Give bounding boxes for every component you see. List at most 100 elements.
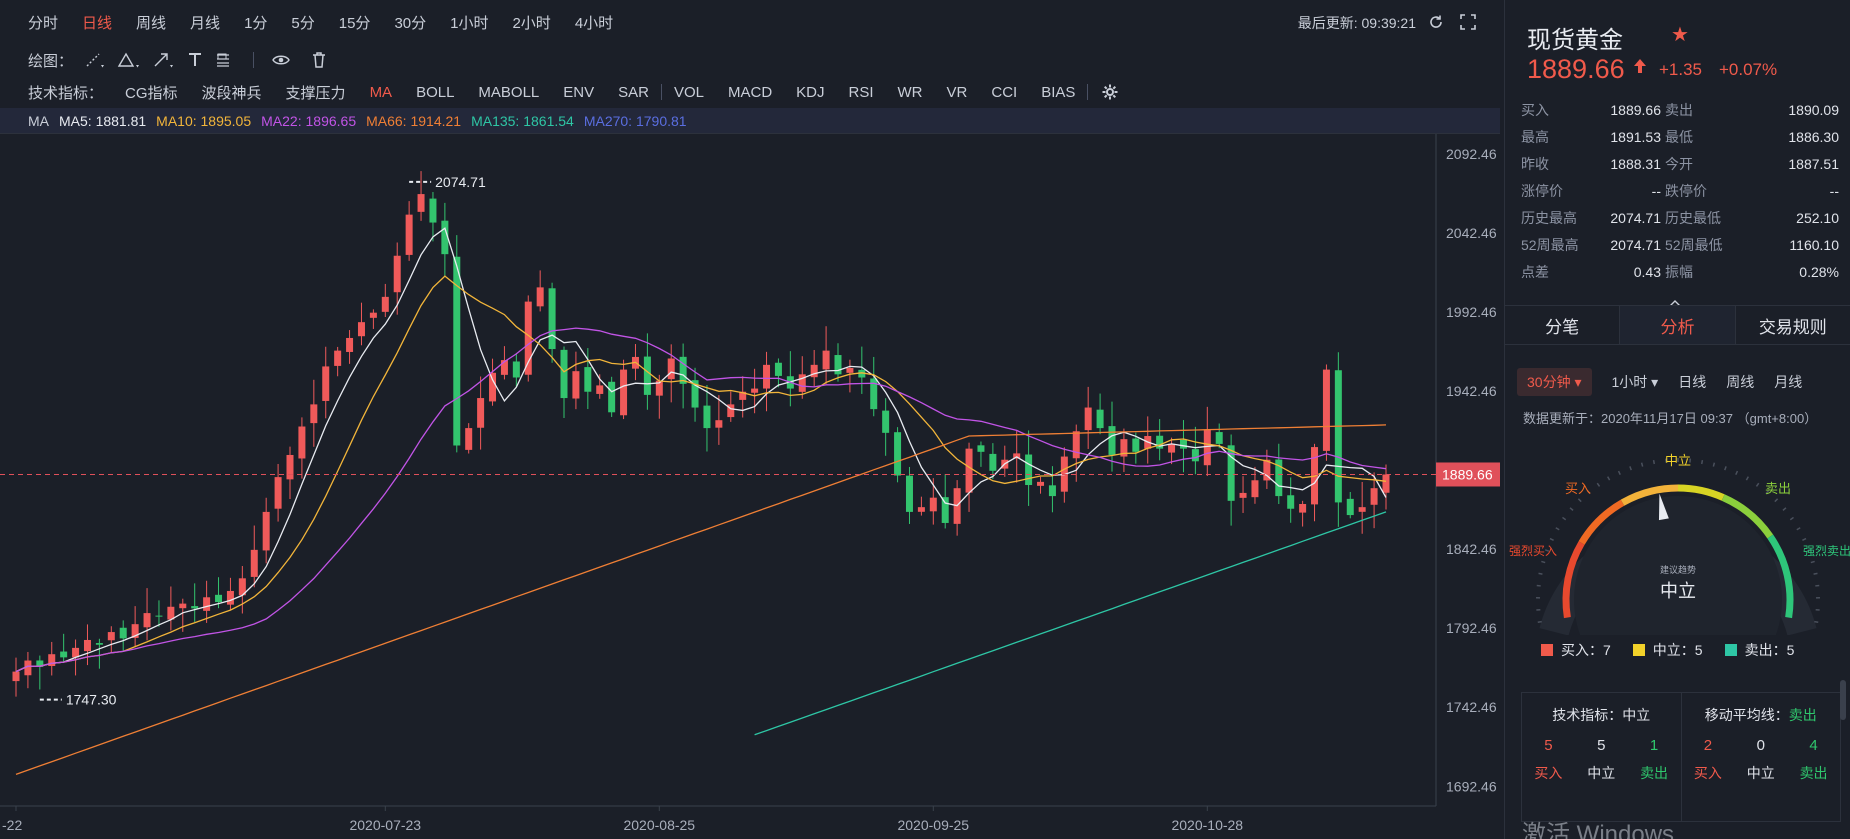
indicator-env[interactable]: ENV [563,84,594,101]
panel-tab-0[interactable]: 分笔 [1505,306,1621,344]
period-tab-2[interactable]: 周线 [136,12,166,33]
quote-value: -- [1829,182,1839,199]
candle-body [393,255,401,293]
analysis-period-1[interactable]: 1小时 ▾ [1612,372,1659,392]
period-tab-4[interactable]: 1分 [244,12,267,33]
line-tool-icon[interactable] [85,52,105,68]
quote-label: 最高 [1521,128,1549,145]
indicator-波段神兵[interactable]: 波段神兵 [202,82,262,103]
candle-body [941,497,949,523]
analysis-period-4[interactable]: 月线 [1774,372,1802,392]
candle-body [95,643,103,645]
panel-tab-2[interactable]: 交易规则 [1736,306,1850,344]
last-update: 最后更新: 09:39:21 [1297,15,1416,31]
candle-body [274,477,282,509]
candle-body [1370,488,1378,505]
fullscreen-icon[interactable] [1460,14,1476,30]
chart-svg[interactable]: 2092.46 2042.46 1992.46 1942.46 1842.46 1792.… [0,134,1500,839]
indicator-rsi[interactable]: RSI [849,84,874,101]
analysis-period-3[interactable]: 周线 [1726,372,1754,392]
fib-tool-icon[interactable] [215,52,235,68]
text-tool-icon[interactable] [187,52,203,68]
eye-icon[interactable] [272,53,290,67]
indicator-bias[interactable]: BIAS [1041,84,1075,101]
analysis-period-0[interactable]: 30分钟 ▾ [1517,368,1592,396]
period-tab-5[interactable]: 5分 [291,12,314,33]
summary-table: 技术指标：中立 551 买入 中立 卖出 移动平均线：卖出 204 买入 中立 卖出 [1521,692,1841,822]
indicator-toolbar: 技术指标： CG指标 波段神兵 支撑压力 MA BOLL MABOLL ENV SAR VOL M… [0,76,1500,108]
period-tab-9[interactable]: 2小时 [512,12,550,33]
period-tab-1[interactable]: 日线 [82,12,112,33]
candle-body [905,475,913,512]
refresh-icon[interactable] [1428,14,1444,30]
period-tab-6[interactable]: 15分 [339,12,371,33]
quote-row: 点差 0.43 振幅 0.28% [1521,258,1841,285]
gauge-tick [1652,459,1656,465]
indicator-cg指标[interactable]: CG指标 [125,82,178,103]
trash-icon[interactable] [312,52,326,68]
indicator-vr[interactable]: VR [947,84,968,101]
candle-body [215,594,223,603]
quote-value: 1891.53 [1610,128,1661,145]
candle-body [703,405,711,429]
candle-body [524,301,532,375]
legend-item-1: 中立：5 [1632,640,1703,660]
quote-value: 252.10 [1796,209,1839,226]
indicator-boll[interactable]: BOLL [416,84,454,101]
sentiment-gauge: 中立买入 卖出强烈买入 强烈卖出建议趋势中立 [1509,453,1850,635]
candle-body [381,296,389,312]
period-tab-0[interactable]: 分时 [28,12,58,33]
quote-panel: 现货黄金 ★ 1889.66 +1.35 +0.07% 买入 1889.66 卖出 1… [1504,0,1850,839]
panel-scrollbar[interactable] [1840,680,1846,720]
tech-result: 中立 [1622,707,1651,723]
indicator-cci[interactable]: CCI [991,84,1017,101]
gauge-tick [1569,507,1574,511]
current-price: 1889.66 [1527,54,1625,84]
settings-gear-icon[interactable] [1102,84,1118,100]
candle-body [751,388,759,393]
indicator-支撑压力[interactable]: 支撑压力 [286,82,346,103]
candlestick-chart[interactable]: 2092.46 2042.46 1992.46 1942.46 1842.46 1792.… [0,134,1500,839]
indicator-wr[interactable]: WR [898,84,923,101]
candle-body [989,453,997,471]
legend-text: 买入：7 [1561,642,1611,658]
triangle-tool-icon[interactable] [117,52,141,68]
candle-body [1251,480,1259,498]
indicator-ma[interactable]: MA [370,84,393,101]
analysis-periods: 30分钟 ▾ 1小时 ▾ 日线 周线 月线 [1517,368,1847,396]
indicator-kdj[interactable]: KDJ [796,84,824,101]
period-tab-10[interactable]: 4小时 [575,12,613,33]
candle-body [191,606,199,609]
gauge-tick [1712,462,1716,467]
indicator-maboll[interactable]: MABOLL [478,84,539,101]
candle-body [369,312,377,318]
quote-value: 0.43 [1633,263,1661,280]
ma-value-5: MA270: 1790.81 [583,112,687,129]
count-0: 2 [1703,737,1713,754]
quote-value: 1889.66 [1610,101,1661,118]
legend-text: 中立：5 [1652,642,1703,658]
gauge-tick [1745,476,1750,481]
candle-body [60,651,68,658]
candle-body [143,613,151,628]
favorite-star-icon[interactable]: ★ [1671,22,1689,47]
quote-label: 52周最高 [1521,236,1579,253]
ma-value-1: MA10: 1895.05 [156,112,252,129]
quote-label: 卖出 [1665,101,1693,118]
candle-body [822,350,830,370]
ma-title: 移动平均线：卖出 [1682,705,1841,725]
analysis-period-2[interactable]: 日线 [1678,372,1706,392]
period-tab-7[interactable]: 30分 [394,12,426,33]
y-tick-label: 1742.46 [1446,699,1497,715]
period-tab-8[interactable]: 1小时 [450,12,488,33]
period-tab-3[interactable]: 月线 [190,12,220,33]
gauge-tick [1629,466,1632,471]
indicator-sar[interactable]: SAR [618,84,649,101]
indicator-macd[interactable]: MACD [728,84,772,101]
panel-tab-1[interactable]: 分析 [1620,306,1736,344]
app: 分时 日线 周线 月线 1分 5分 15分 30分 1小时 2小时 4小时 最后更新: 09:39:… [0,0,1850,839]
legend-swatch [1632,644,1645,656]
arrow-tool-icon[interactable] [153,52,175,68]
candle-body [334,350,342,366]
indicator-vol[interactable]: VOL [674,84,704,101]
